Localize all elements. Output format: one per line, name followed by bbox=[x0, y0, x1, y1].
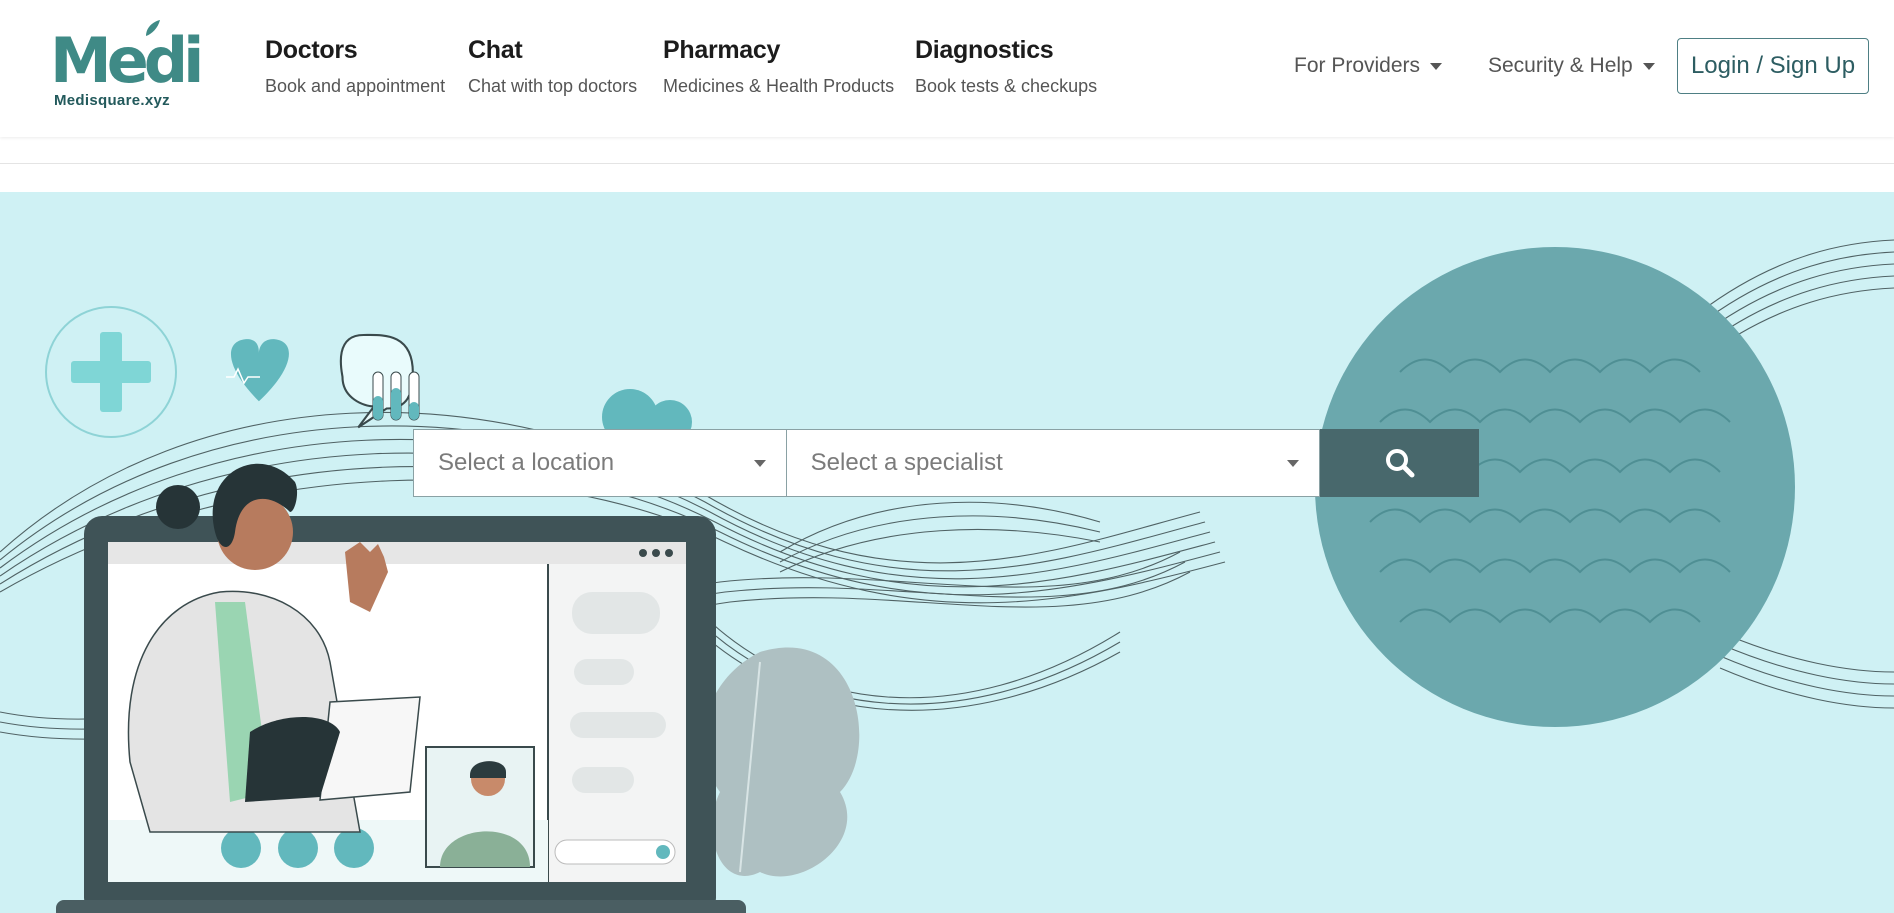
nav-title: Chat bbox=[468, 36, 523, 64]
heart-icon bbox=[230, 339, 289, 402]
security-help-dropdown[interactable]: Security & Help bbox=[1488, 54, 1655, 78]
nav-item-chat[interactable]: Chat Chat with top doctors bbox=[468, 34, 637, 97]
dropdown-label: Security & Help bbox=[1488, 54, 1633, 77]
logo-domain: Medisquare.xyz bbox=[54, 92, 170, 109]
nav-subtitle: Book tests & checkups bbox=[915, 76, 1098, 96]
hero-illustration bbox=[0, 239, 1894, 913]
nav-subtitle: Medicines & Health Products bbox=[663, 76, 895, 96]
search-button[interactable] bbox=[1320, 429, 1479, 497]
search-icon bbox=[1385, 449, 1415, 478]
chevron-down-icon bbox=[1642, 62, 1655, 70]
location-select[interactable]: Select a location bbox=[413, 429, 787, 497]
logo-wordmark: Medi bbox=[50, 24, 204, 97]
top-navbar: Medi Medisquare.xyz Doctors Book and app… bbox=[0, 0, 1894, 137]
for-providers-dropdown[interactable]: For Providers bbox=[1294, 54, 1443, 78]
leaf-decoration bbox=[703, 647, 860, 877]
header-divider bbox=[0, 163, 1894, 164]
chevron-down-icon bbox=[753, 460, 766, 467]
chevron-down-icon bbox=[1430, 62, 1443, 70]
nav-item-pharmacy[interactable]: Pharmacy Medicines & Health Products bbox=[663, 34, 894, 97]
hero-banner: Select a location Select a specialist bbox=[0, 192, 1894, 913]
login-signup-button[interactable]: Login / Sign Up bbox=[1677, 38, 1869, 94]
nav-subtitle: Chat with top doctors bbox=[468, 76, 638, 96]
nav-title: Pharmacy bbox=[663, 36, 781, 64]
dropdown-label: For Providers bbox=[1294, 54, 1421, 77]
nav-item-doctors[interactable]: Doctors Book and appointment bbox=[265, 34, 445, 97]
specialist-select[interactable]: Select a specialist bbox=[786, 429, 1321, 497]
nav-title: Doctors bbox=[265, 36, 358, 64]
location-placeholder: Select a location bbox=[438, 449, 615, 476]
nav-subtitle: Book and appointment bbox=[265, 76, 446, 96]
chevron-down-icon bbox=[1287, 460, 1300, 467]
search-bar: Select a location Select a specialist bbox=[413, 429, 1479, 497]
specialist-placeholder: Select a specialist bbox=[810, 449, 1003, 476]
nav-item-diagnostics[interactable]: Diagnostics Book tests & checkups bbox=[915, 34, 1097, 97]
nav-title: Diagnostics bbox=[915, 36, 1054, 64]
brand-logo[interactable]: Medi Medisquare.xyz bbox=[50, 18, 204, 113]
